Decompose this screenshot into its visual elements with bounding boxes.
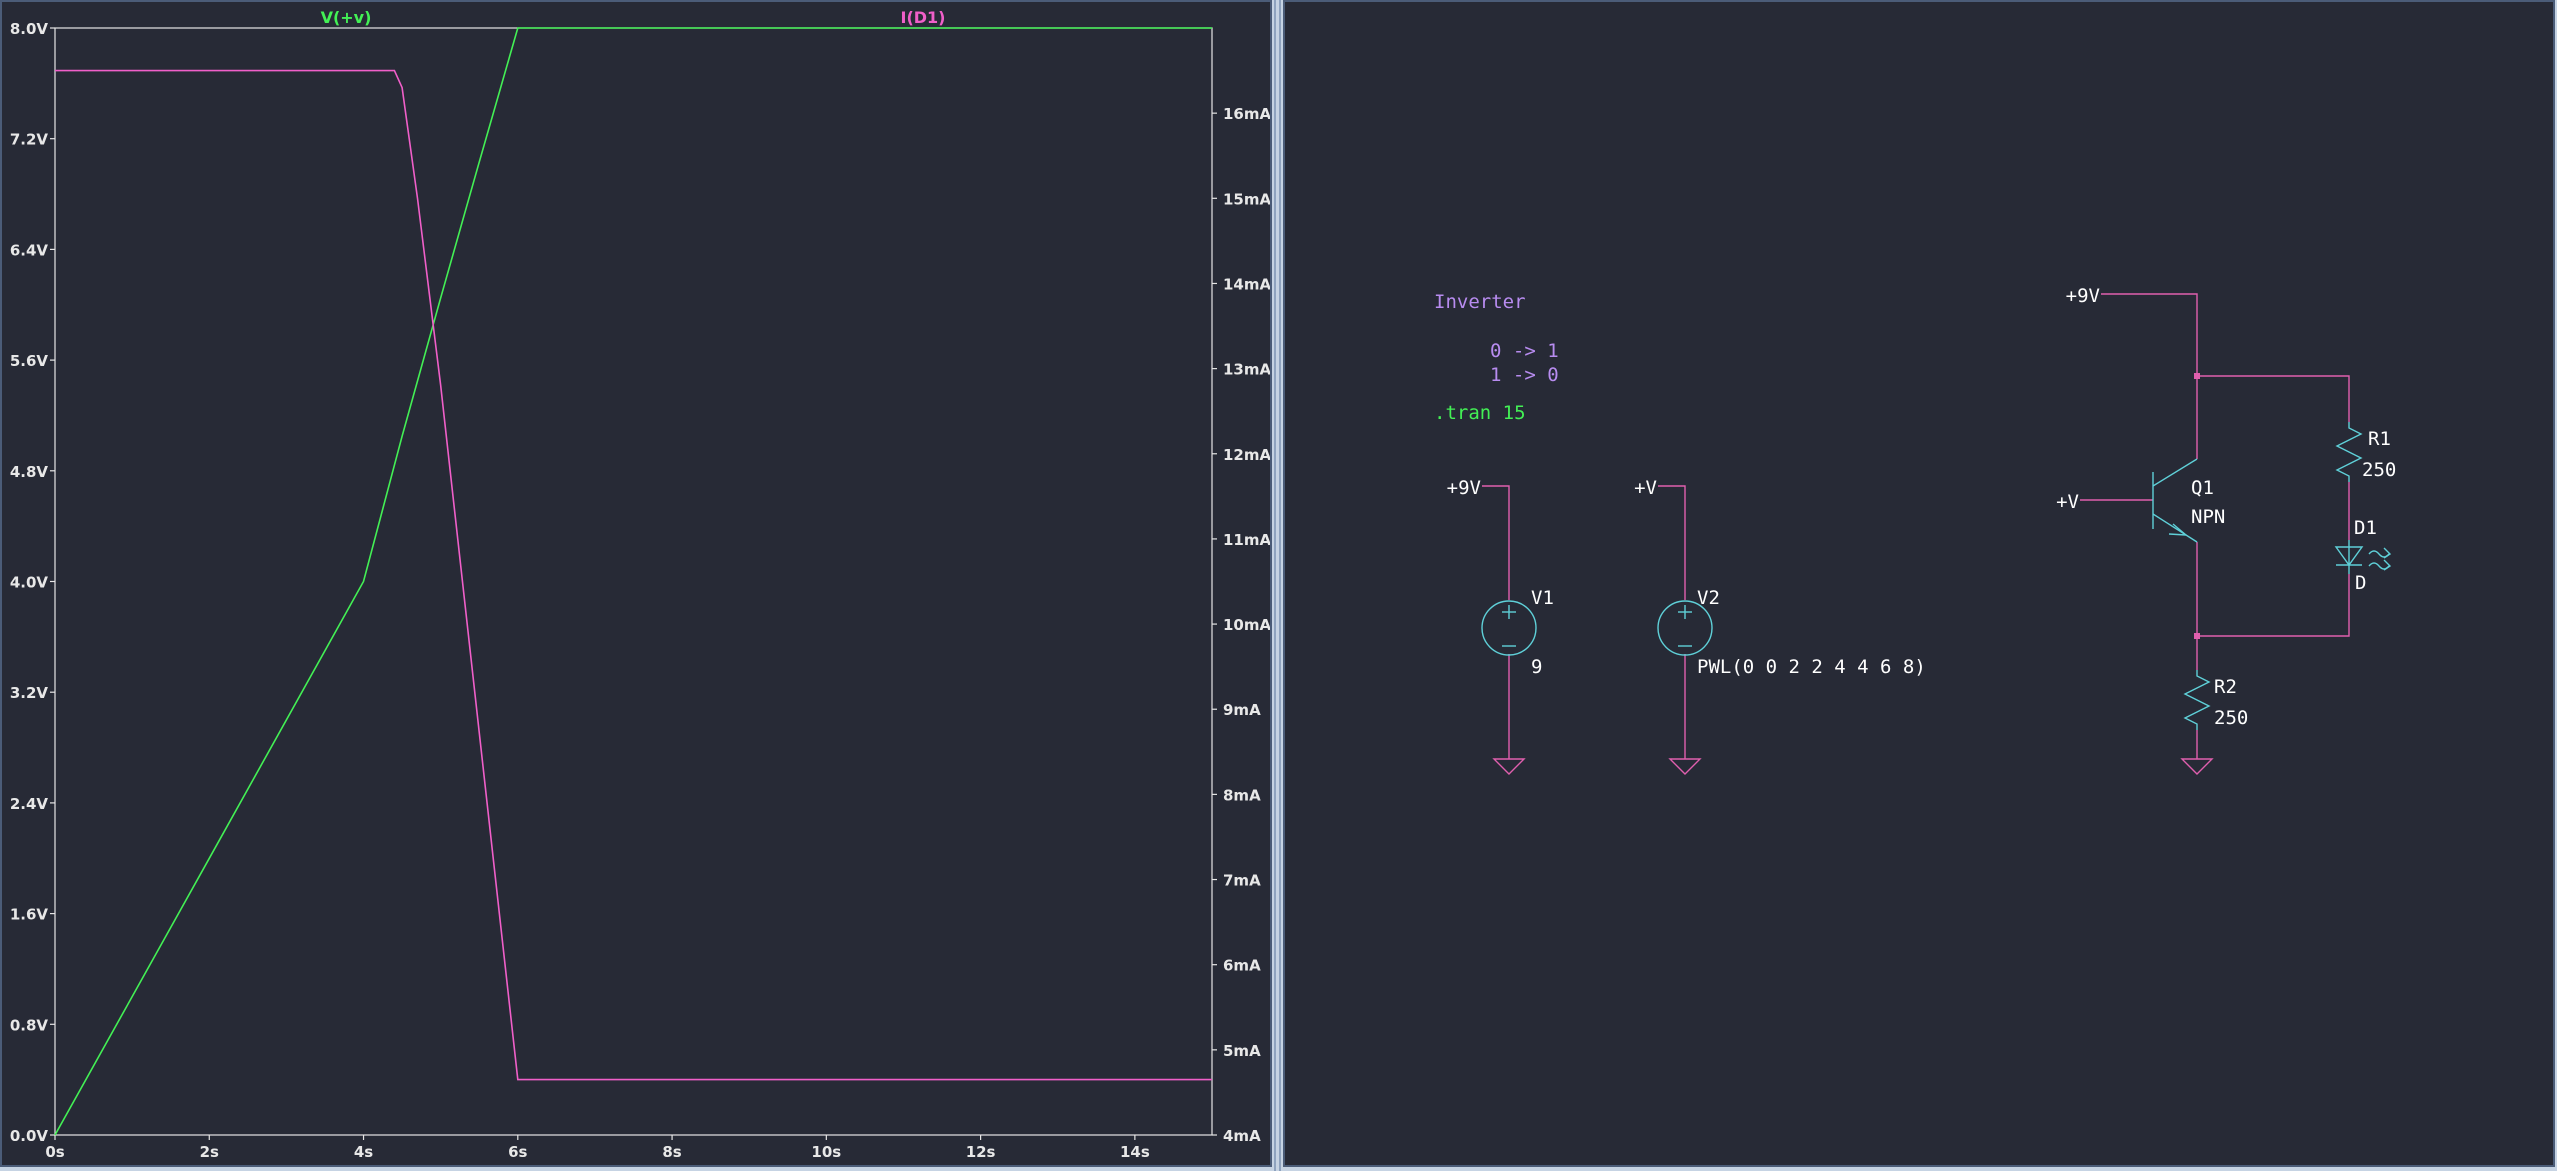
y-right-tick-label: 8mA (1223, 786, 1261, 804)
net-label-collector[interactable]: +9V (2066, 285, 2100, 307)
x-tick-label: 6s (508, 1143, 527, 1161)
waveform-plot-pane[interactable]: 0s 2s 4s 6s 8s 10s 12s 14s 0.0V 0.8V 1.6V 2.4V 3.2V… (0, 0, 1272, 1167)
spice-directive[interactable]: .tran 15 (1434, 402, 1526, 424)
voltage-source-v2-icon[interactable] (1657, 600, 1713, 656)
ground-icon (1668, 758, 1702, 775)
comment-line-1[interactable]: 0 -> 1 (1490, 340, 1559, 362)
x-tick-label: 0s (45, 1143, 64, 1161)
v2-value[interactable]: PWL(0 0 2 2 4 4 6 8) (1697, 656, 1926, 678)
components (1481, 422, 2392, 730)
y-left-tick-label: 0.0V (10, 1127, 49, 1145)
schematic-canvas[interactable]: Inverter 0 -> 1 1 -> 0 .tran 15 +9V +V +… (1285, 2, 2553, 1165)
comment-line-2[interactable]: 1 -> 0 (1490, 364, 1559, 386)
y-right-tick-label: 5mA (1223, 1042, 1261, 1060)
x-tick-label: 8s (662, 1143, 681, 1161)
trace-label-voltage[interactable]: V(+v) (321, 8, 372, 27)
ground-symbols (1492, 758, 2214, 775)
schematic-pane[interactable]: Inverter 0 -> 1 1 -> 0 .tran 15 +9V +V +… (1283, 0, 2555, 1167)
q1-name[interactable]: Q1 (2191, 477, 2214, 499)
y-left-tick-label: 0.8V (10, 1016, 49, 1034)
y-left-tick-label: 2.4V (10, 795, 49, 813)
series-line-voltage[interactable] (54, 27, 1212, 1136)
voltage-source-v1-icon[interactable] (1481, 600, 1537, 656)
y-right-tick-label: 12mA (1223, 446, 1270, 464)
v2-name[interactable]: V2 (1697, 587, 1720, 609)
y-right-tick-label: 16mA (1223, 105, 1270, 123)
trace-group (54, 27, 1212, 1136)
plot-frame (54, 27, 1213, 1136)
waveform-chart[interactable]: 0s 2s 4s 6s 8s 10s 12s 14s 0.0V 0.8V 1.6V 2.4V 3.2V… (2, 2, 1270, 1165)
v1-name[interactable]: V1 (1531, 587, 1554, 609)
net-label-v2[interactable]: +V (1634, 477, 1657, 499)
x-tick-label: 10s (811, 1143, 841, 1161)
r1-value[interactable]: 250 (2362, 459, 2396, 481)
y-right-tick-label: 9mA (1223, 701, 1261, 719)
y-axis-right: 4mA 5mA 6mA 7mA 8mA 9mA 10mA 11mA 12mA 13mA 14mA 15… (1212, 105, 1270, 1145)
pane-splitter[interactable] (1272, 0, 1283, 1171)
y-left-tick-label: 6.4V (10, 241, 49, 259)
junction-dot (2194, 633, 2200, 639)
y-left-tick-label: 7.2V (10, 131, 49, 149)
x-tick-label: 2s (200, 1143, 219, 1161)
series-line-current[interactable] (55, 69, 1212, 1081)
x-tick-label: 14s (1120, 1143, 1150, 1161)
x-axis: 0s 2s 4s 6s 8s 10s 12s 14s (45, 1135, 1150, 1161)
r2-name[interactable]: R2 (2214, 676, 2237, 698)
y-right-tick-label: 4mA (1223, 1127, 1261, 1145)
d1-model[interactable]: D (2355, 572, 2366, 594)
collector-supply-wire (2101, 293, 2198, 459)
comment-title[interactable]: Inverter (1434, 291, 1526, 313)
y-left-tick-label: 4.8V (10, 463, 49, 481)
y-left-tick-label: 5.6V (10, 352, 49, 370)
led-d1-icon[interactable] (2334, 540, 2392, 574)
trace-label-current[interactable]: I(D1) (901, 8, 946, 27)
net-label-base[interactable]: +V (2056, 491, 2079, 513)
q1-model[interactable]: NPN (2191, 506, 2225, 528)
y-right-tick-label: 13mA (1223, 361, 1270, 379)
v1-value[interactable]: 9 (1531, 656, 1542, 678)
r2-value[interactable]: 250 (2214, 707, 2248, 729)
r1-name[interactable]: R1 (2368, 428, 2391, 450)
x-tick-label: 4s (354, 1143, 373, 1161)
junction-dot (2194, 373, 2200, 379)
resistor-r2-icon[interactable] (2183, 670, 2211, 730)
d1-name[interactable]: D1 (2354, 517, 2377, 539)
y-left-tick-label: 3.2V (10, 684, 49, 702)
ground-icon (2180, 758, 2214, 775)
y-right-tick-label: 7mA (1223, 872, 1261, 890)
y-right-tick-label: 15mA (1223, 190, 1270, 208)
v1-top-wire (1482, 485, 1510, 600)
y-left-tick-label: 4.0V (10, 574, 49, 592)
x-tick-label: 12s (966, 1143, 996, 1161)
npn-transistor-q1-icon[interactable] (2152, 458, 2198, 543)
r1-top-wire (2197, 375, 2350, 422)
y-left-tick-label: 1.6V (10, 906, 49, 924)
y-right-tick-label: 11mA (1223, 531, 1270, 549)
y-axis-left: 0.0V 0.8V 1.6V 2.4V 3.2V 4.0V 4.8V 5.6V 6.4V 7.2V… (10, 20, 55, 1145)
y-right-tick-label: 6mA (1223, 957, 1261, 975)
net-label-v1[interactable]: +9V (1447, 477, 1481, 499)
y-left-tick-label: 8.0V (10, 20, 49, 38)
y-right-tick-label: 10mA (1223, 616, 1270, 634)
ground-icon (1492, 758, 1526, 775)
y-right-tick-label: 14mA (1223, 275, 1270, 293)
resistor-r1-icon[interactable] (2335, 422, 2363, 482)
d1-return-wire (2197, 574, 2350, 637)
v2-top-wire (1658, 485, 1686, 600)
